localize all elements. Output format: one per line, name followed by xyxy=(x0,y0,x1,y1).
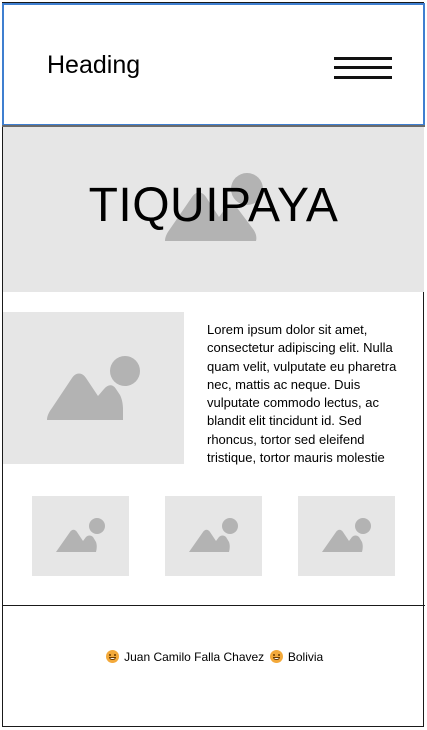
hero-title: TIQUIPAYA xyxy=(88,179,339,232)
gallery-thumbnail[interactable] xyxy=(298,496,395,576)
header: Heading xyxy=(2,3,425,126)
image-placeholder-icon xyxy=(322,518,371,552)
footer: Juan Camilo Falla Chavez Bolivia xyxy=(2,648,425,666)
image-placeholder-icon xyxy=(56,518,105,552)
content-paragraph: Lorem ipsum dolor sit amet, consectetur … xyxy=(207,322,397,466)
hamburger-line xyxy=(334,66,392,69)
smiling-face-icon xyxy=(105,650,119,663)
gallery-thumbnail[interactable] xyxy=(32,496,129,576)
gallery-thumbnail[interactable] xyxy=(165,496,262,576)
hamburger-menu-icon xyxy=(334,57,392,60)
image-placeholder-icon xyxy=(47,356,140,420)
hamburger-line xyxy=(334,76,392,79)
smiling-face-icon xyxy=(269,650,283,663)
footer-author: Juan Camilo Falla Chavez xyxy=(124,650,265,664)
image-placeholder-icon xyxy=(189,518,238,552)
hero-banner: TIQUIPAYA xyxy=(3,127,424,292)
hamburger-menu-button[interactable] xyxy=(334,55,392,83)
content-image xyxy=(3,312,184,464)
footer-country: Bolivia xyxy=(287,650,324,664)
page-heading: Heading xyxy=(47,51,141,79)
footer-divider xyxy=(2,605,425,606)
